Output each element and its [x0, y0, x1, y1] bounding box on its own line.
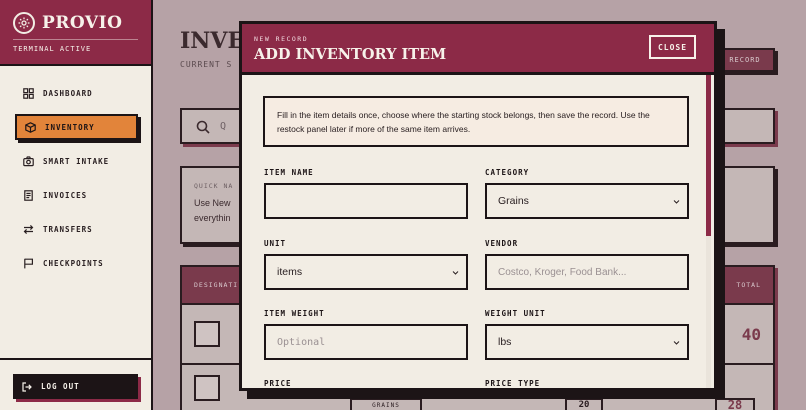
sidebar-item-dashboard[interactable]: DASHBOARD: [15, 80, 138, 106]
price-label: PRICE: [264, 379, 292, 388]
vendor-label: VENDOR: [485, 239, 519, 248]
item-weight-field[interactable]: [264, 324, 468, 360]
logout-label: LOG OUT: [41, 382, 80, 391]
sidebar-nav: DASHBOARD INVENTORY SMART INTAKE INVOICE…: [0, 66, 151, 276]
logout-button[interactable]: LOG OUT: [13, 374, 138, 399]
camera-icon: [23, 155, 34, 167]
document-icon: [23, 189, 34, 201]
terminal-status: TERMINAL ACTIVE: [13, 45, 92, 53]
page-title: INVE: [180, 28, 245, 54]
brand-name: PROVIO: [42, 13, 123, 33]
modal-title: ADD INVENTORY ITEM: [254, 46, 447, 63]
sidebar-item-transfers[interactable]: TRANSFERS: [15, 216, 138, 242]
modal-body: Fill in the item details once, choose wh…: [242, 75, 714, 388]
box-icon: [194, 375, 220, 401]
search-icon: [196, 120, 210, 134]
vendor-input[interactable]: [498, 256, 687, 288]
price-type-label: PRICE TYPE: [485, 379, 541, 388]
category-select[interactable]: Grains: [485, 183, 689, 219]
item-weight-input[interactable]: [277, 326, 466, 358]
brand-divider: [13, 39, 138, 40]
close-button[interactable]: CLOSE: [649, 35, 696, 59]
sidebar-item-smart-intake[interactable]: SMART INTAKE: [15, 148, 138, 174]
search-placeholder: Q: [220, 121, 227, 132]
row-total: 28: [715, 398, 755, 410]
grid-icon: [23, 87, 34, 99]
sidebar-item-label: CHECKPOINTS: [43, 258, 104, 268]
info-callout: Fill in the item details once, choose wh…: [263, 96, 689, 147]
row-quantity: 20: [565, 398, 603, 410]
column-header-designation: DESIGNATI: [194, 281, 239, 289]
brand-row: PROVIO: [13, 12, 138, 34]
vendor-field[interactable]: [485, 254, 689, 290]
weight-unit-label: WEIGHT UNIT: [485, 309, 546, 318]
chevron-down-icon: [673, 341, 680, 345]
unit-label: UNIT: [264, 239, 287, 248]
flag-icon: [23, 258, 34, 269]
sun-logo-icon: [13, 12, 35, 34]
box-icon: [25, 121, 36, 133]
unit-selected-value: items: [277, 266, 303, 278]
row-total: 40: [741, 325, 761, 344]
arrows-swap-icon: [23, 224, 34, 235]
sidebar-item-checkpoints[interactable]: CHECKPOINTS: [15, 250, 138, 276]
sidebar: PROVIO TERMINAL ACTIVE DASHBOARD INVENTO…: [0, 0, 153, 410]
category-label: CATEGORY: [485, 168, 530, 177]
sidebar-item-invoices[interactable]: INVOICES: [15, 182, 138, 208]
sidebar-item-label: INVENTORY: [45, 122, 95, 132]
brand-block: PROVIO TERMINAL ACTIVE: [0, 0, 151, 66]
scrollbar-thumb[interactable]: [706, 75, 711, 236]
chevron-down-icon: [673, 200, 680, 204]
logout-icon: [22, 381, 32, 392]
sidebar-item-label: TRANSFERS: [43, 224, 93, 234]
sidebar-item-label: SMART INTAKE: [43, 156, 110, 166]
weight-unit-selected-value: lbs: [498, 336, 512, 348]
chevron-down-icon: [452, 271, 459, 275]
unit-select[interactable]: items: [264, 254, 468, 290]
weight-unit-select[interactable]: lbs: [485, 324, 689, 360]
item-weight-label: ITEM WEIGHT: [264, 309, 325, 318]
add-inventory-modal: NEW RECORD ADD INVENTORY ITEM CLOSE Fill…: [239, 21, 717, 391]
modal-header: NEW RECORD ADD INVENTORY ITEM CLOSE: [242, 24, 714, 75]
sidebar-footer: LOG OUT: [0, 358, 151, 410]
item-name-field[interactable]: [264, 183, 468, 219]
category-selected-value: Grains: [498, 195, 529, 207]
new-record-button: RECORD: [715, 48, 775, 72]
sidebar-item-inventory[interactable]: INVENTORY: [15, 114, 138, 140]
column-header-total: TOTAL: [736, 281, 761, 289]
page-subtitle: CURRENT S: [180, 60, 233, 69]
category-badge: GRAINS: [350, 398, 422, 410]
sidebar-item-label: DASHBOARD: [43, 88, 93, 98]
box-icon: [194, 321, 220, 347]
modal-eyebrow: NEW RECORD: [254, 35, 309, 43]
item-name-input[interactable]: [277, 185, 466, 217]
item-name-label: ITEM NAME: [264, 168, 314, 177]
sidebar-item-label: INVOICES: [43, 190, 88, 200]
